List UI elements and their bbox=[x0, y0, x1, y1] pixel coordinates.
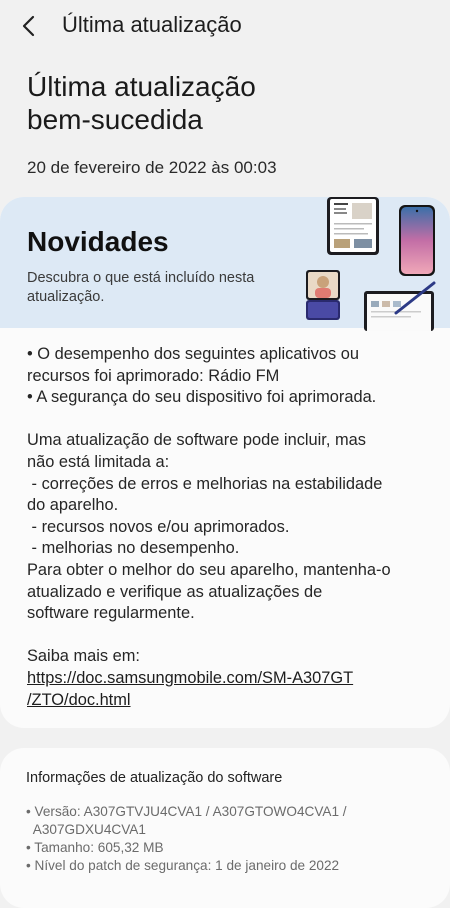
tablet-illustration bbox=[327, 197, 379, 255]
notes-line: - correções de erros e melhorias na esta… bbox=[27, 474, 383, 493]
update-status-title: Última atualização bem-sucedida bbox=[27, 70, 427, 136]
chevron-left-icon bbox=[22, 15, 35, 37]
foldable-illustration bbox=[306, 270, 340, 320]
notes-line: - recursos novos e/ou aprimorados. bbox=[27, 517, 290, 536]
doc-link-continued[interactable]: /ZTO/doc.html bbox=[27, 690, 437, 712]
notes-line: Uma atualização de software pode incluir… bbox=[27, 431, 366, 450]
notes-line: atualizado e verifique as atualizações d… bbox=[27, 582, 323, 601]
whats-new-title: Novidades bbox=[27, 226, 169, 257]
software-info-title: Informações de atualização do software bbox=[26, 770, 283, 786]
learn-more-label: Saiba mais em: bbox=[27, 647, 140, 666]
notes-line: recursos foi aprimorado: Rádio FM bbox=[27, 366, 280, 385]
notes-line: Para obter o melhor do seu aparelho, man… bbox=[27, 560, 391, 579]
top-app-bar: Última atualização bbox=[0, 0, 450, 52]
laptop-illustration bbox=[364, 281, 436, 331]
notes-line: • A segurança do seu dispositivo foi apr… bbox=[27, 388, 377, 407]
notes-spacer bbox=[27, 625, 437, 647]
doc-link[interactable]: https://doc.samsungmobile.com/SM-A307GT bbox=[27, 668, 437, 690]
software-info-line: • Versão: A307GTVJU4CVA1 / A307GTOWO4CVA… bbox=[26, 804, 347, 819]
notes-line: não está limitada a: bbox=[27, 452, 170, 471]
whats-new-banner: Novidades Descubra o que está incluído n… bbox=[0, 197, 450, 331]
notes-line: - melhorias no desempenho. bbox=[27, 539, 240, 558]
notes-line: software regularmente. bbox=[27, 604, 195, 623]
update-status-title-line1: Última atualização bbox=[27, 71, 256, 102]
release-notes-card: Novidades Descubra o que está incluído n… bbox=[0, 197, 450, 728]
update-date: 20 de fevereiro de 2022 às 00:03 bbox=[27, 158, 277, 177]
notes-line: • O desempenho dos seguintes aplicativos… bbox=[27, 345, 359, 363]
software-info-line: • Nível do patch de segurança: 1 de jane… bbox=[26, 858, 340, 873]
software-info-line: A307GDXU4CVA1 bbox=[26, 822, 146, 837]
release-notes-text: • O desempenho dos seguintes aplicativos… bbox=[27, 344, 437, 711]
whats-new-subtitle: Descubra o que está incluído nesta atual… bbox=[27, 270, 255, 305]
page-title: Última atualização bbox=[62, 12, 242, 37]
update-status-title-line2: bem-sucedida bbox=[27, 104, 203, 135]
phone-illustration bbox=[399, 205, 435, 276]
software-info-list: • Versão: A307GTVJU4CVA1 / A307GTOWO4CVA… bbox=[26, 803, 436, 875]
notes-line: do aparelho. bbox=[27, 496, 119, 515]
back-button[interactable] bbox=[14, 10, 46, 42]
software-info-card: Informações de atualização do software •… bbox=[0, 748, 450, 908]
software-info-line: • Tamanho: 605,32 MB bbox=[26, 840, 164, 855]
notes-spacer bbox=[27, 409, 437, 431]
